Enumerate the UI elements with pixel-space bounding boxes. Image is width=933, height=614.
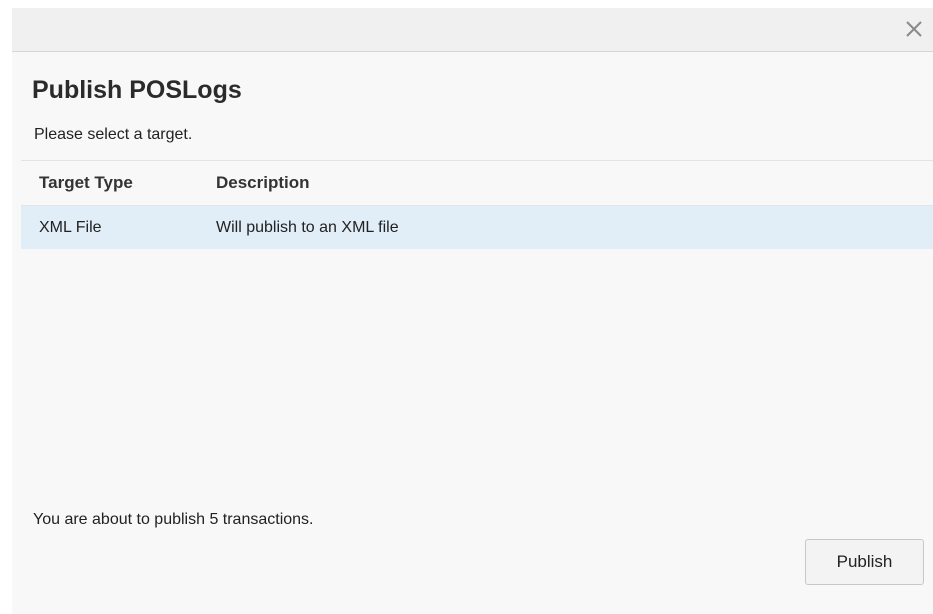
table-header-row: Target Type Description bbox=[21, 160, 933, 206]
target-table: Target Type Description XML File Will pu… bbox=[21, 160, 933, 249]
close-button[interactable] bbox=[901, 14, 927, 42]
publish-button[interactable]: Publish bbox=[805, 539, 924, 585]
cell-target-type: XML File bbox=[21, 205, 216, 249]
dialog-title: Publish POSLogs bbox=[32, 76, 242, 104]
table-row[interactable]: XML File Will publish to an XML file bbox=[21, 205, 933, 249]
column-header-target-type[interactable]: Target Type bbox=[21, 160, 216, 206]
publish-dialog: Publish POSLogs Please select a target. … bbox=[12, 8, 933, 614]
instruction-text: Please select a target. bbox=[34, 126, 193, 143]
close-icon bbox=[906, 21, 922, 37]
cell-description: Will publish to an XML file bbox=[216, 205, 933, 249]
column-header-description[interactable]: Description bbox=[216, 160, 933, 206]
summary-text: You are about to publish 5 transactions. bbox=[33, 511, 314, 528]
dialog-titlebar bbox=[12, 8, 933, 52]
